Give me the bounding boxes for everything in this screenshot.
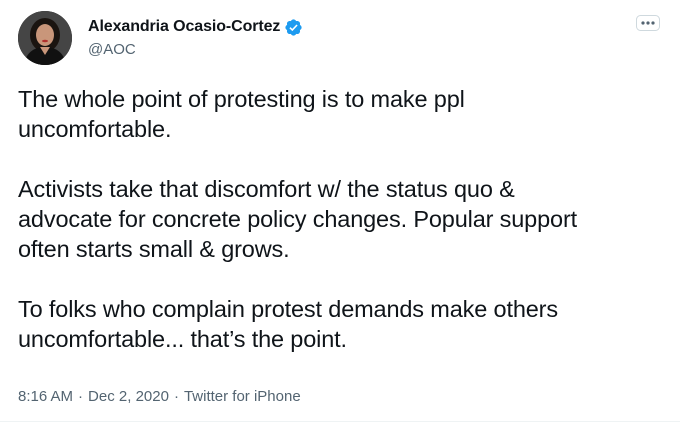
tweet-paragraph: Activists take that discomfort w/ the st… <box>18 176 577 262</box>
author-names: Alexandria Ocasio-Cortez @AOC <box>88 16 303 58</box>
author-handle[interactable]: @AOC <box>88 41 303 58</box>
tweet-paragraph: To folks who complain protest demands ma… <box>18 296 558 352</box>
tweet-date[interactable]: Dec 2, 2020 <box>88 388 169 405</box>
tweet-time[interactable]: 8:16 AM <box>18 388 73 405</box>
more-options-icon <box>636 15 660 31</box>
tweet-text: The whole point of protesting is to make… <box>18 84 668 354</box>
author-avatar[interactable] <box>18 11 72 65</box>
tweet-header: Alexandria Ocasio-Cortez @AOC <box>18 11 668 65</box>
tweet-paragraph: The whole point of protesting is to make… <box>18 86 465 142</box>
meta-separator: · <box>78 388 84 405</box>
more-options-button[interactable] <box>636 15 660 31</box>
tweet-card: Alexandria Ocasio-Cortez @AOC The whole … <box>0 0 680 422</box>
tweet-source[interactable]: Twitter for iPhone <box>184 388 301 405</box>
name-row: Alexandria Ocasio-Cortez <box>88 16 303 38</box>
meta-separator: · <box>173 388 179 405</box>
avatar-image <box>18 11 72 65</box>
tweet-metadata: 8:16 AM · Dec 2, 2020 · Twitter for iPho… <box>18 388 301 405</box>
verified-badge-icon <box>284 18 303 37</box>
author-display-name[interactable]: Alexandria Ocasio-Cortez <box>88 18 280 36</box>
